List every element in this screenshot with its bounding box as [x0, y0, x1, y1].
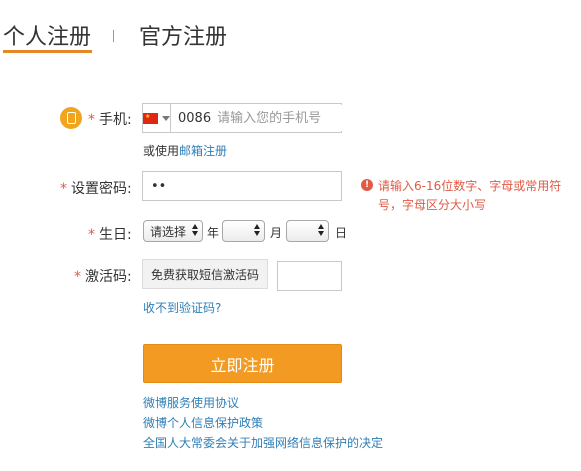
- get-sms-code-button[interactable]: 免费获取短信激活码: [142, 259, 268, 289]
- phone-label-row: * 手机:: [88, 109, 132, 129]
- active-tab-underline: [3, 50, 92, 53]
- birth-month-select[interactable]: [222, 220, 265, 242]
- required-mark: *: [88, 227, 95, 243]
- china-flag-icon: ★: [143, 112, 158, 124]
- tab-official-registration[interactable]: 官方注册: [139, 19, 227, 51]
- email-register-link[interactable]: 邮箱注册: [179, 144, 227, 158]
- year-unit: 年: [207, 226, 220, 240]
- chevron-down-icon: [162, 115, 170, 121]
- select-arrows-icon: [254, 224, 260, 236]
- birthday-label: 生日:: [99, 227, 132, 243]
- birth-day-select[interactable]: [286, 220, 329, 242]
- password-input[interactable]: [142, 171, 342, 201]
- birth-year-value: 请选择: [150, 224, 187, 239]
- exclamation-icon: !: [361, 179, 373, 191]
- birth-year-select[interactable]: 请选择: [143, 220, 203, 242]
- select-arrows-icon: [318, 224, 324, 236]
- required-mark: *: [60, 181, 67, 197]
- phone-field-group: ★ 0086: [142, 103, 394, 133]
- tab-divider: [113, 30, 114, 42]
- no-code-link[interactable]: 收不到验证码?: [143, 299, 221, 316]
- tab-personal-registration[interactable]: 个人注册: [3, 19, 91, 51]
- code-label-row: * 激活码:: [74, 266, 132, 286]
- password-label: 设置密码:: [71, 181, 132, 197]
- email-alt-prefix: 或使用: [143, 144, 180, 158]
- phone-input[interactable]: [211, 105, 394, 131]
- month-unit: 月: [270, 226, 283, 240]
- terms-of-service-link[interactable]: 微博服务使用协议: [143, 394, 239, 411]
- password-label-row: * 设置密码:: [60, 178, 132, 198]
- register-now-button[interactable]: 立即注册: [143, 344, 342, 383]
- email-alt-text: 或使用邮箱注册: [143, 142, 227, 159]
- privacy-policy-link[interactable]: 微博个人信息保护政策: [143, 414, 263, 431]
- select-arrows-icon: [192, 224, 198, 236]
- required-mark: *: [88, 112, 95, 128]
- country-selector[interactable]: ★: [143, 104, 171, 132]
- password-error-message: 请输入6-16位数字、字母或常用符号，字母区分大小写: [378, 179, 562, 212]
- phone-label: 手机:: [99, 112, 132, 128]
- country-code: 0086: [178, 110, 212, 126]
- network-info-protection-link[interactable]: 全国人大常委会关于加强网络信息保护的决定: [143, 434, 383, 451]
- birthday-label-row: * 生日:: [88, 224, 132, 244]
- mobile-phone-icon: [60, 107, 82, 129]
- day-unit: 日: [335, 226, 348, 240]
- activation-code-input[interactable]: [277, 261, 342, 291]
- code-label: 激活码:: [85, 269, 132, 285]
- required-mark: *: [74, 269, 81, 285]
